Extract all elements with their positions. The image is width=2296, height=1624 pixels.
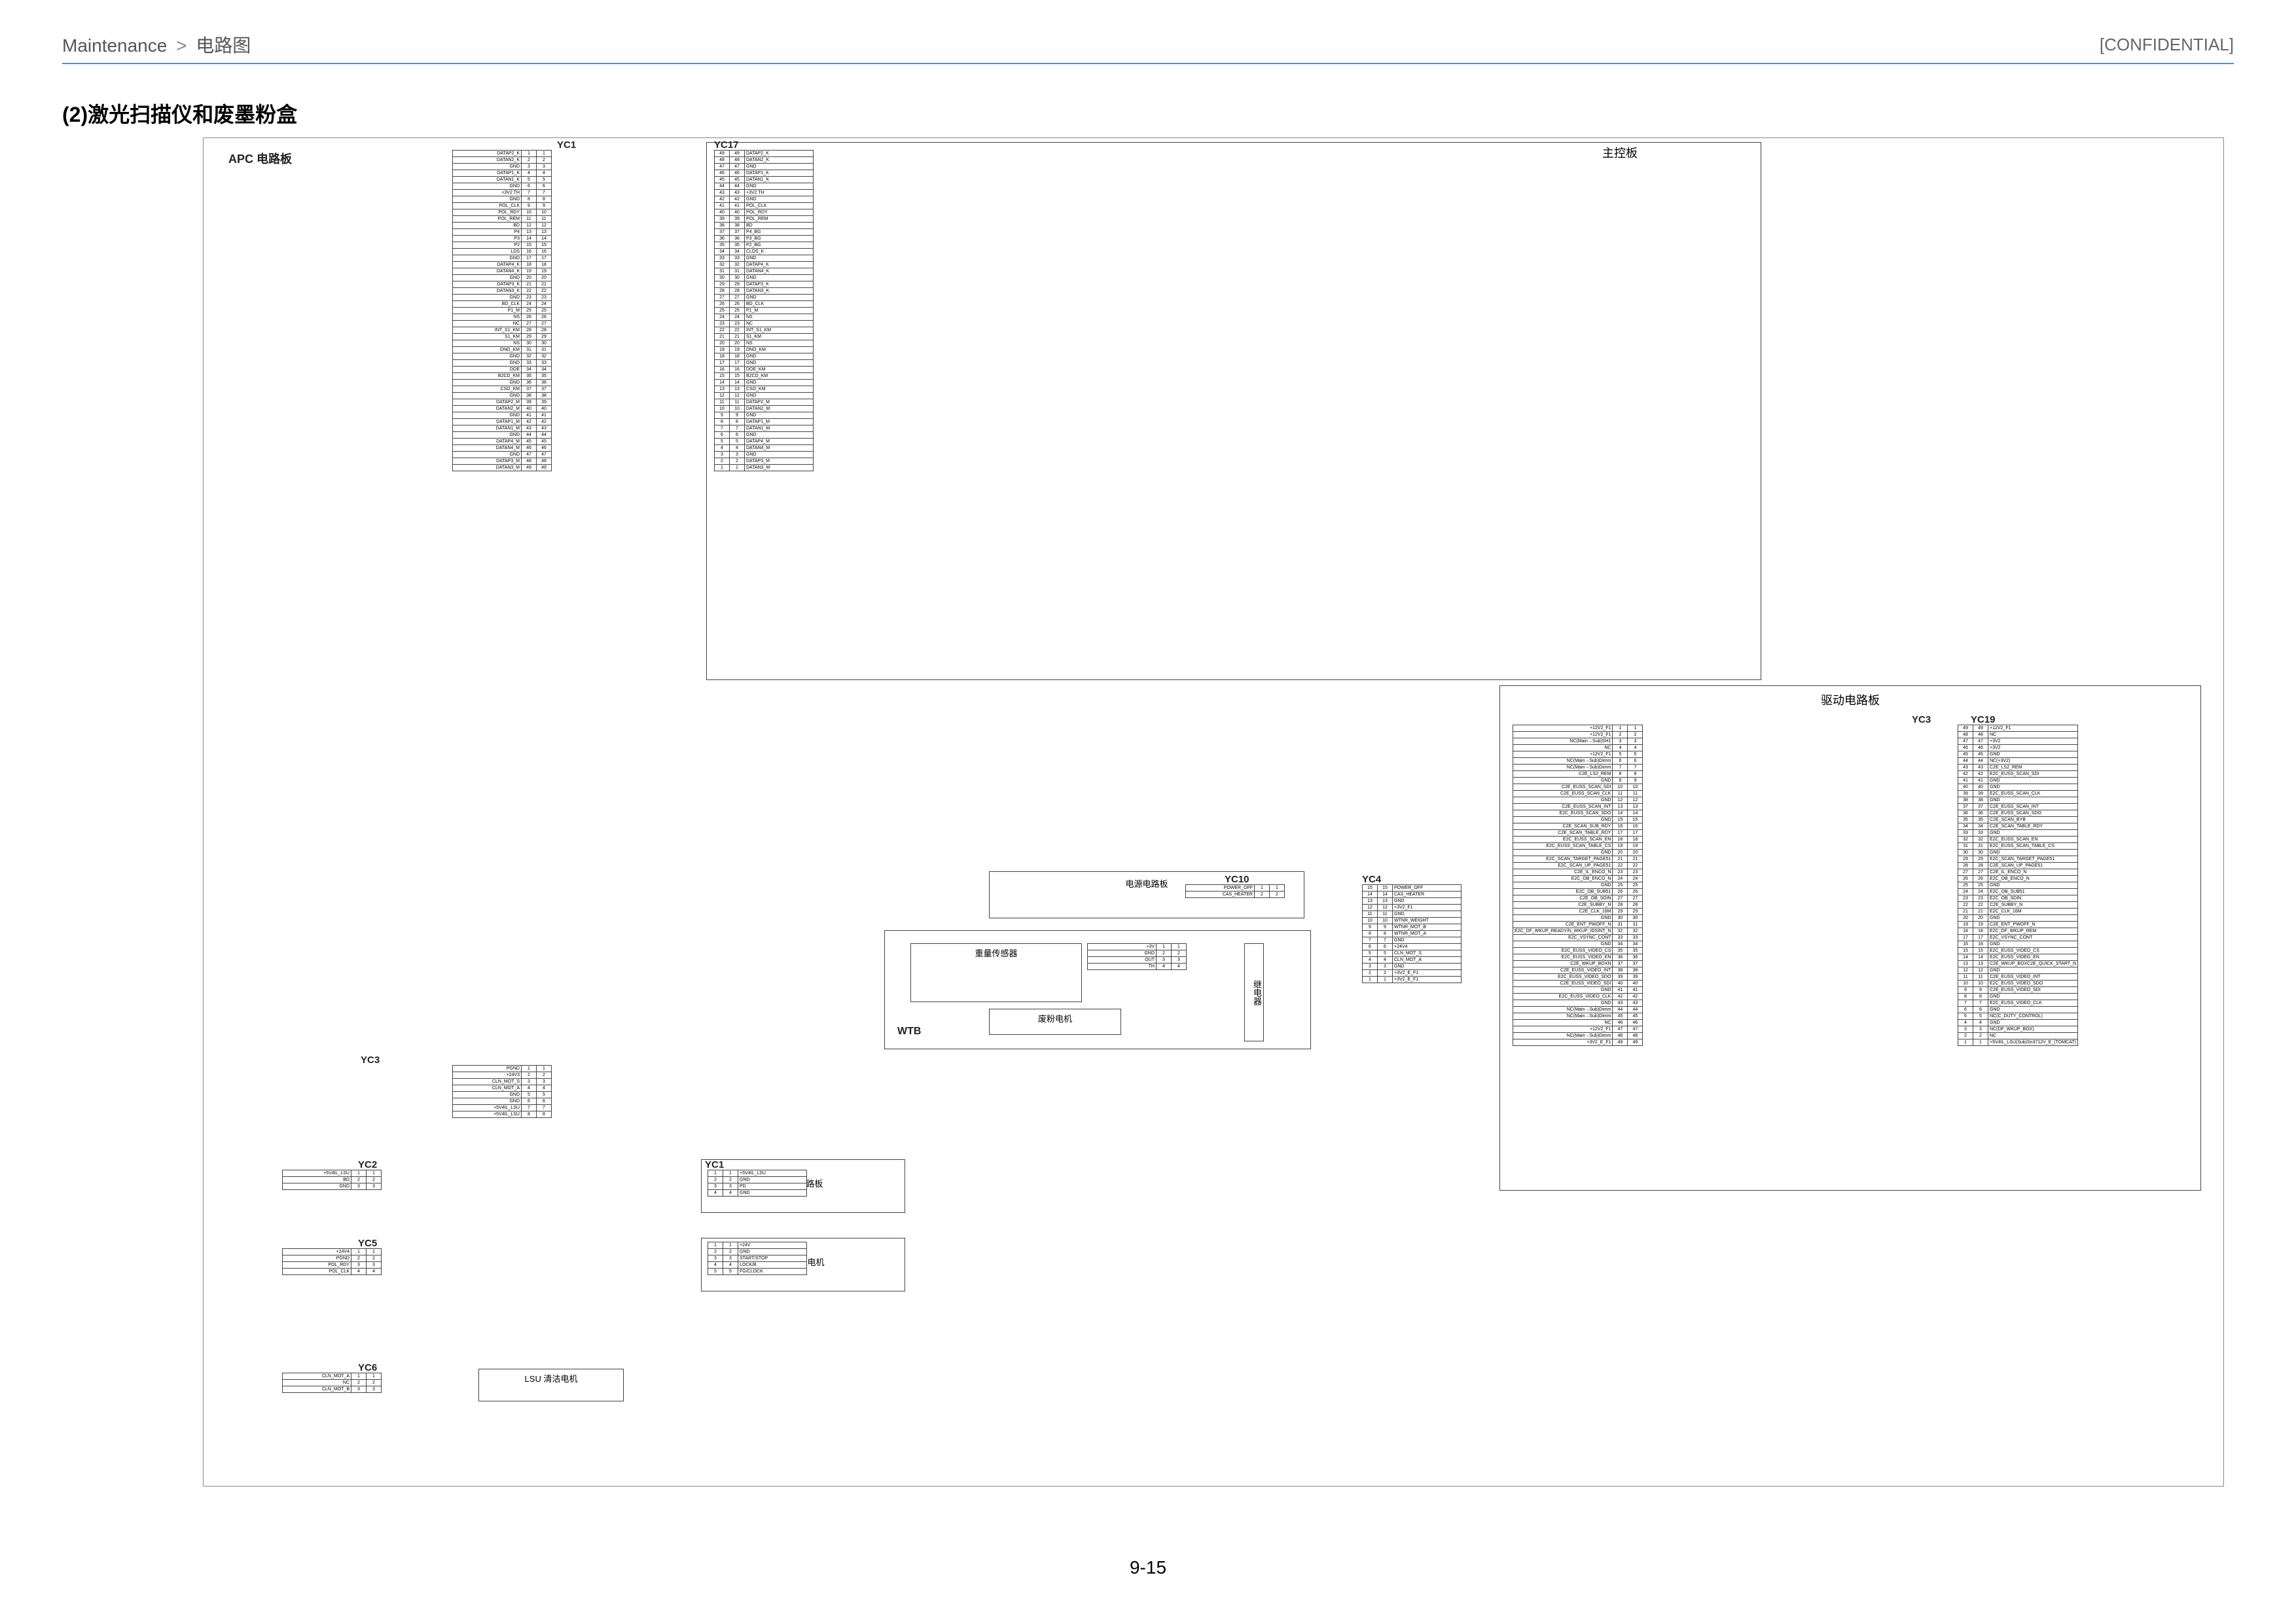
- yc6-lsu-pins: CLN_MOT_A11NC22CLN_MOT_B33: [282, 1373, 382, 1393]
- breadcrumb-leaf: 电路图: [196, 35, 251, 56]
- weight-sensor-box: 重量传感器: [910, 943, 1082, 1002]
- yc3-left-pins: PGND11+24V322CLN_MOT_S33CLN_MOT_A44GND55…: [452, 1065, 552, 1118]
- drive-yc19-label: YC19: [1971, 714, 1996, 725]
- drive-yc19-pins: 4949+12V2_F14848NC4747+3V24646+3V24545GN…: [1958, 725, 2078, 1046]
- yc10-relay-pins: POWER_OFF11CAS_HEATER22: [1185, 884, 1285, 898]
- waste-motor-box: 废粉电机: [989, 1009, 1121, 1035]
- main-board-box: 主控板: [706, 142, 1761, 680]
- page-number: 9-15: [0, 1557, 2296, 1578]
- yc6-label: YC6: [358, 1362, 377, 1373]
- section-title: (2)激光扫描仪和废墨粉盒: [62, 98, 297, 128]
- drive-board-label: 驱动电路板: [1500, 690, 2200, 708]
- pd-yc1-right-pins: 11+5V4IL_LSU22GND33PD44GND: [708, 1170, 807, 1197]
- polygon-right-pins: 11+24V22GND33START/STOP44LOCK/B55FG/CLOC…: [708, 1242, 807, 1275]
- polygon-yc5-left-pins: +24V411PGND22POL_RDY33POL_CLK44: [282, 1248, 382, 1275]
- yc3-left-label: YC3: [361, 1055, 380, 1066]
- apc-yc1-pins: DATAP2_K11DATAN2_K22GND33DATAP1_K44DATAN…: [452, 150, 552, 471]
- header-divider: [62, 63, 2234, 64]
- breadcrumb-sep: >: [176, 35, 187, 56]
- yc10-label: YC10: [1225, 874, 1249, 885]
- pd-yc1-label: YC1: [705, 1159, 724, 1170]
- pd-yc2-label: YC2: [358, 1159, 377, 1170]
- wtb-label: WTB: [897, 1026, 921, 1038]
- yc4-right-pins: 1515POWER_OFF1414CAS_HEATER1313GND1212+3…: [1362, 884, 1462, 983]
- yc17-label: YC17: [714, 139, 739, 151]
- waste-motor-label: 废粉电机: [1038, 1014, 1072, 1024]
- lsu-motor-box: LSU 清洁电机: [478, 1369, 624, 1401]
- drive-yc3-label: YC3: [1912, 714, 1931, 725]
- lsu-motor-label: LSU 清洁电机: [525, 1374, 578, 1384]
- main-yc17-pins: 4949DATAP2_K4848DATAN2_K4747GND4646DATAP…: [714, 150, 814, 471]
- breadcrumb-root: Maintenance: [62, 35, 167, 56]
- weight-sensor-label: 重量传感器: [975, 948, 1017, 958]
- relay2-box: 继电器: [1244, 943, 1264, 1041]
- polygon-yc5-label: YC5: [358, 1238, 377, 1249]
- apc-board-label: APC 电路板: [228, 150, 292, 167]
- weight-sensor-pins: +3V11GND22OUT33TH44: [1087, 943, 1187, 970]
- main-board-label: 主控板: [1479, 143, 1761, 161]
- confidential-mark: [CONFIDENTIAL]: [2100, 35, 2234, 55]
- drive-yc3-pins: +12V2_F111+12V2_F122NC(Main→Sub)SH133NC4…: [1513, 725, 1643, 1046]
- wiring-diagram: APC 电路板 主控板 驱动电路板 YC1 DATAP2_K11DATAN2_K…: [203, 137, 2224, 1487]
- breadcrumb: Maintenance > 电路图: [62, 31, 251, 58]
- yc4-label: YC4: [1362, 874, 1381, 885]
- pd-yc2-left-pins: +5V4IL_LSU11BD22GND33: [282, 1170, 382, 1190]
- relay2-label: 继电器: [1252, 980, 1262, 1005]
- yc1-label: YC1: [557, 139, 576, 151]
